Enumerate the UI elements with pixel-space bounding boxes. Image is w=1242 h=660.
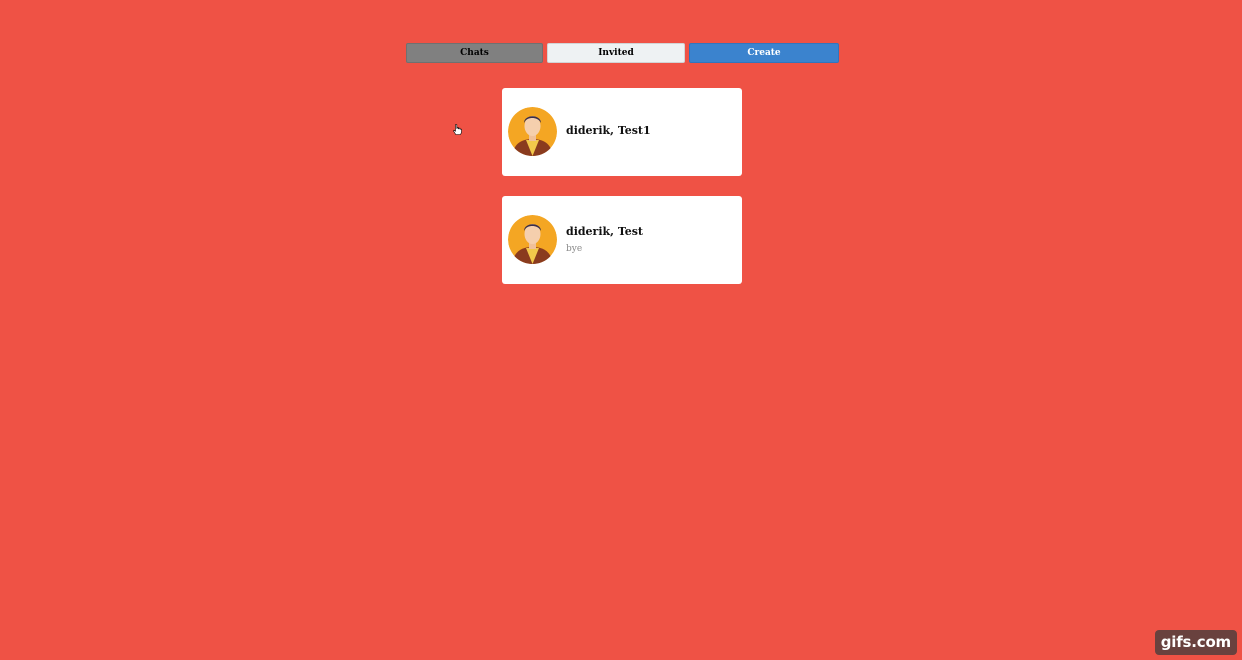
hand-cursor-icon: [453, 120, 462, 135]
tab-invited[interactable]: Invited: [547, 43, 685, 63]
chat-title: diderik, Test: [566, 225, 644, 238]
user-avatar-icon: [508, 107, 557, 156]
chat-title: diderik, Test1: [566, 124, 651, 137]
user-avatar-icon: [508, 215, 557, 264]
watermark-logo: gifs.com: [1154, 630, 1237, 655]
chat-last-message: bye: [566, 244, 583, 254]
chat-card[interactable]: diderik, Test bye: [502, 196, 742, 284]
create-button[interactable]: Create: [689, 43, 839, 63]
chat-card[interactable]: diderik, Test1: [502, 88, 742, 176]
chat-tabs: Chats Invited Create: [406, 43, 839, 63]
tab-chats[interactable]: Chats: [406, 43, 543, 63]
